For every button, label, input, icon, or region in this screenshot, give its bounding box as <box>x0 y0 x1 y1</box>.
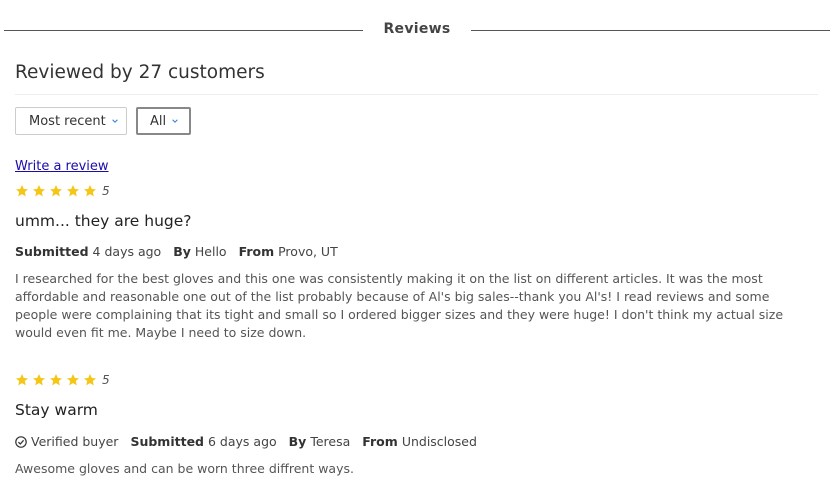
summary-divider <box>15 94 818 95</box>
rating-filter-value: All <box>150 113 167 129</box>
author-location: Undisclosed <box>401 434 477 449</box>
author-name: Teresa <box>310 434 351 449</box>
sort-select[interactable]: Most recent <box>15 107 127 135</box>
rating-filter-select[interactable]: All <box>136 107 191 135</box>
chevron-down-icon <box>111 118 118 123</box>
author-label: By <box>173 244 191 259</box>
review-2-rating: 5 <box>15 373 110 387</box>
star-icon <box>49 185 63 197</box>
sort-select-value: Most recent <box>29 113 106 129</box>
star-icon <box>15 374 29 386</box>
verified-check-icon <box>15 435 27 448</box>
review-2-title: Stay warm <box>15 401 98 419</box>
review-2-meta: Verified buyer Submitted 6 days ago By Ter… <box>15 434 489 449</box>
submitted-value: 6 days ago <box>208 434 277 449</box>
location-label: From <box>238 244 275 259</box>
star-icon <box>49 374 63 386</box>
submitted-label: Submitted <box>15 244 89 259</box>
reviews-section-divider: Reviews <box>4 21 830 41</box>
divider-line-right <box>471 30 830 31</box>
verified-buyer-label: Verified buyer <box>31 434 119 449</box>
reviews-summary-heading: Reviewed by 27 customers <box>15 62 265 83</box>
star-icon <box>66 185 80 197</box>
review-1-rating: 5 <box>15 184 110 198</box>
review-1-meta: Submitted 4 days ago By Hello From Provo, U… <box>15 244 350 259</box>
divider-line-left <box>4 30 363 31</box>
star-icon <box>15 185 29 197</box>
author-location: Provo, UT <box>278 244 338 259</box>
author-label: By <box>288 434 307 449</box>
submitted-label: Submitted <box>130 434 204 449</box>
submitted-value: 4 days ago <box>92 244 162 259</box>
star-icon <box>83 185 97 197</box>
star-icon <box>83 374 97 386</box>
star-icon <box>32 374 46 386</box>
review-1-title: umm... they are huge? <box>15 212 192 230</box>
star-icon <box>66 374 80 386</box>
rating-value: 5 <box>102 373 110 387</box>
author-name: Hello <box>194 244 227 259</box>
chevron-down-icon <box>172 118 178 123</box>
review-1-body: I researched for the best gloves and thi… <box>15 271 784 340</box>
location-label: From <box>362 434 398 449</box>
write-review-link[interactable]: Write a review <box>15 159 109 174</box>
section-title: Reviews <box>383 21 451 37</box>
rating-value: 5 <box>102 184 110 198</box>
star-icon <box>32 185 46 197</box>
review-2-body: Awesome gloves and can be worn three dif… <box>15 461 354 476</box>
